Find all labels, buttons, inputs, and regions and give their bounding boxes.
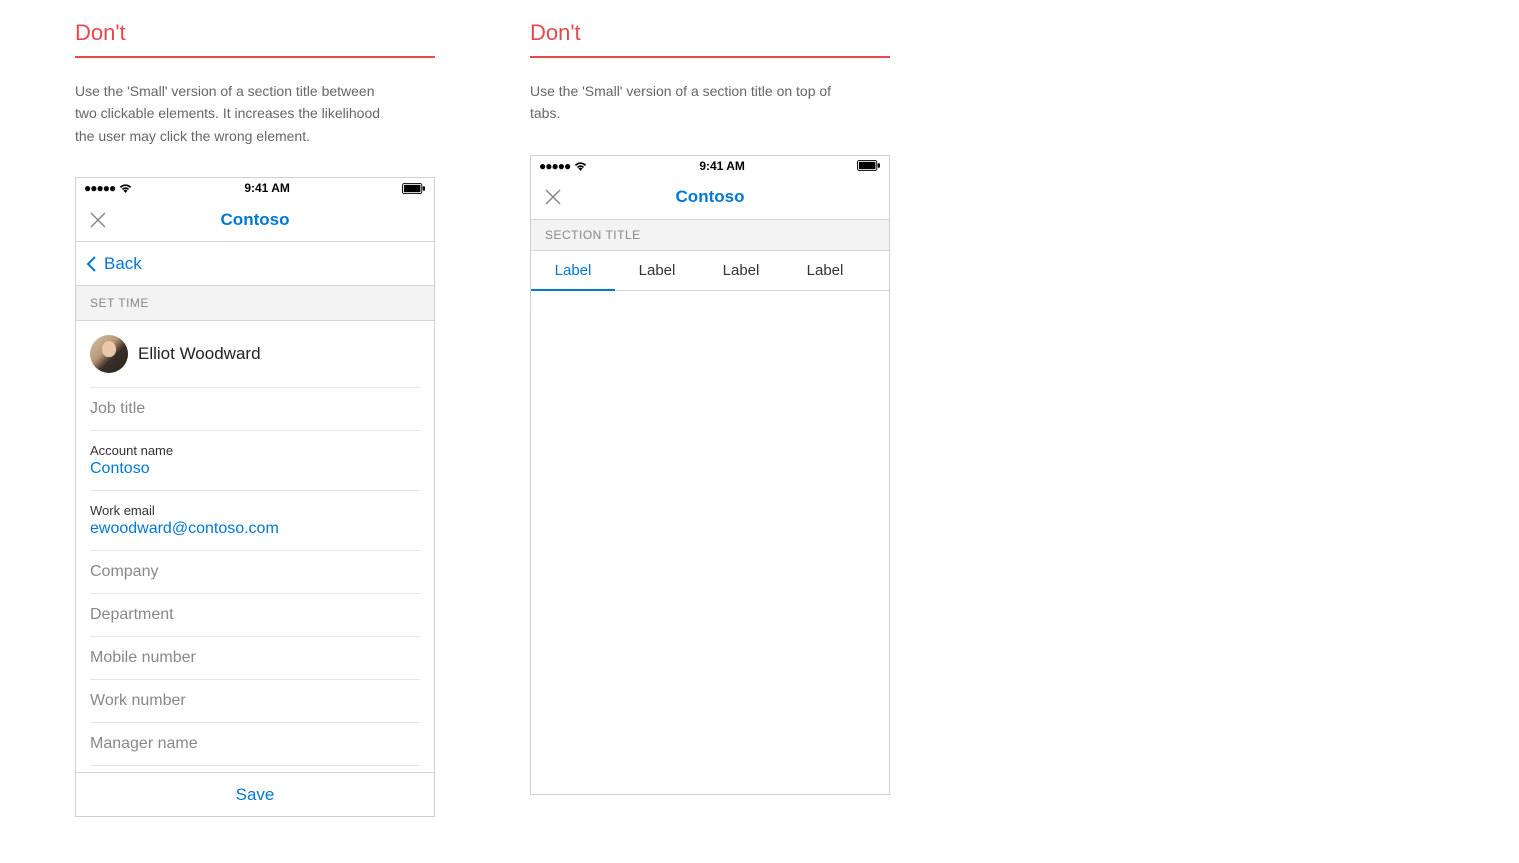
tab-2-label: Label	[639, 262, 676, 279]
tabs-row: Label Label Label Label	[531, 251, 889, 291]
signal-dots-icon: ●●●●●	[539, 159, 570, 173]
back-button[interactable]: Back	[76, 242, 434, 286]
back-label: Back	[104, 254, 142, 274]
company-field[interactable]: Company	[90, 550, 420, 593]
section-header: SECTION TITLE	[531, 220, 889, 251]
battery-icon	[402, 183, 426, 194]
nav-bar: Contoso	[76, 198, 434, 242]
department-field[interactable]: Department	[90, 593, 420, 636]
nav-title: Contoso	[221, 210, 290, 230]
contact-name: Elliot Woodward	[138, 344, 261, 364]
status-left: ●●●●●	[539, 159, 587, 173]
tab-3[interactable]: Label	[699, 251, 783, 290]
account-name-value: Contoso	[90, 460, 420, 478]
battery-icon	[857, 160, 881, 171]
example-2: Don't Use the 'Small' version of a secti…	[530, 20, 890, 817]
phone-mock-1: ●●●●● 9:41 AM Contoso	[75, 177, 435, 817]
wifi-icon	[574, 161, 587, 171]
close-icon[interactable]	[88, 210, 108, 230]
tab-1[interactable]: Label	[531, 251, 615, 290]
account-name-field[interactable]: Account name Contoso	[90, 430, 420, 490]
work-number-placeholder: Work number	[90, 692, 420, 710]
phone-mock-2: ●●●●● 9:41 AM Contoso SECTION TITLE	[530, 155, 890, 795]
save-label: Save	[236, 785, 275, 805]
job-title-placeholder: Job title	[90, 400, 420, 418]
save-button[interactable]: Save	[76, 772, 434, 816]
example-2-heading: Don't	[530, 20, 890, 58]
avatar	[90, 335, 128, 373]
section-header: SET TIME	[76, 286, 434, 321]
job-title-field[interactable]: Job title	[90, 387, 420, 430]
example-1: Don't Use the 'Small' version of a secti…	[75, 20, 435, 817]
account-name-label: Account name	[90, 443, 420, 458]
example-1-description: Use the 'Small' version of a section tit…	[75, 80, 395, 147]
example-1-heading: Don't	[75, 20, 435, 58]
tab-1-label: Label	[555, 262, 592, 279]
close-icon[interactable]	[543, 187, 563, 207]
tab-content	[531, 291, 889, 794]
nav-bar: Contoso	[531, 176, 889, 220]
work-number-field[interactable]: Work number	[90, 679, 420, 722]
tab-4[interactable]: Label	[783, 251, 867, 290]
signal-dots-icon: ●●●●●	[84, 181, 115, 195]
status-left: ●●●●●	[84, 181, 132, 195]
manager-number-field[interactable]: Manager number	[90, 765, 420, 772]
manager-name-placeholder: Manager name	[90, 735, 420, 753]
mobile-placeholder: Mobile number	[90, 649, 420, 667]
tab-4-label: Label	[807, 262, 844, 279]
mobile-number-field[interactable]: Mobile number	[90, 636, 420, 679]
contact-header: Elliot Woodward	[76, 321, 434, 387]
status-bar: ●●●●● 9:41 AM	[76, 178, 434, 198]
manager-name-field[interactable]: Manager name	[90, 722, 420, 765]
nav-title: Contoso	[676, 187, 745, 207]
tab-3-label: Label	[723, 262, 760, 279]
wifi-icon	[119, 183, 132, 193]
status-time: 9:41 AM	[244, 181, 290, 195]
chevron-left-icon	[86, 255, 98, 273]
work-email-field[interactable]: Work email ewoodward@contoso.com	[90, 490, 420, 550]
status-time: 9:41 AM	[699, 159, 745, 173]
status-bar: ●●●●● 9:41 AM	[531, 156, 889, 176]
form-content: Elliot Woodward Job title Account name C…	[76, 321, 434, 772]
work-email-value: ewoodward@contoso.com	[90, 520, 420, 538]
department-placeholder: Department	[90, 606, 420, 624]
company-placeholder: Company	[90, 563, 420, 581]
example-2-description: Use the 'Small' version of a section tit…	[530, 80, 850, 125]
tab-2[interactable]: Label	[615, 251, 699, 290]
work-email-label: Work email	[90, 503, 420, 518]
